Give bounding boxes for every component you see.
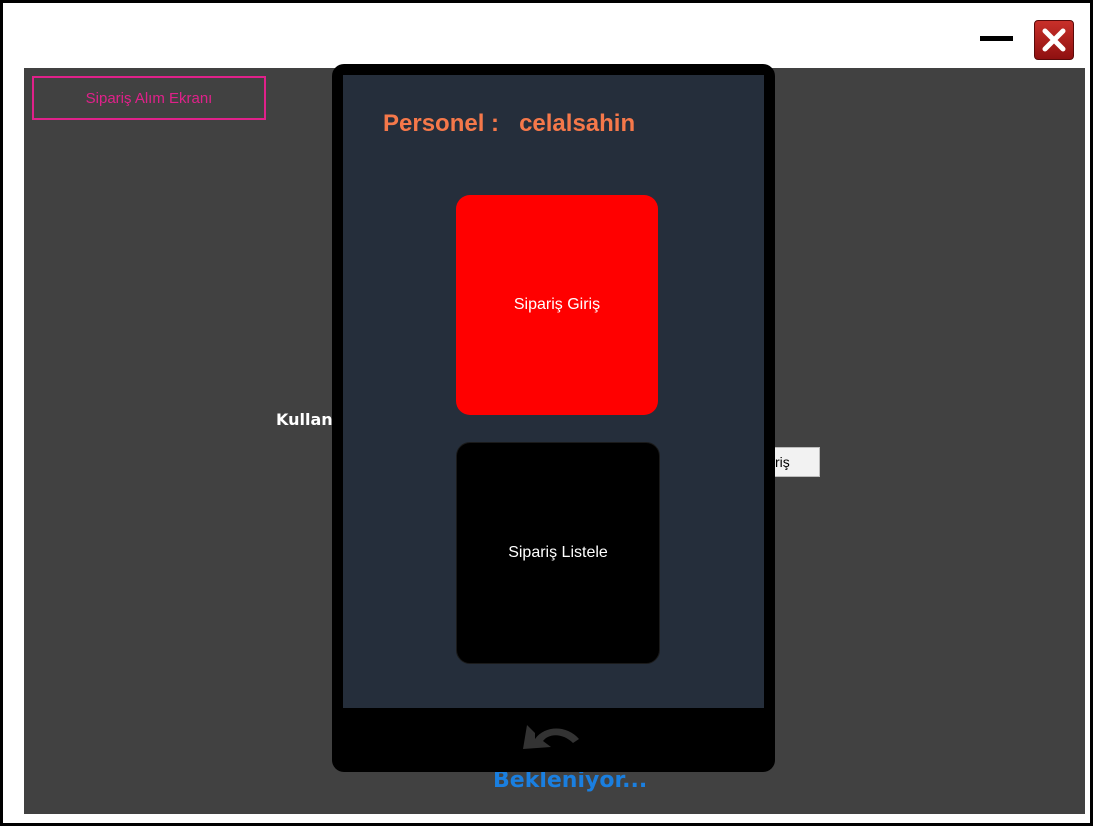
menu-panel-screen: Personel : celalsahin Sipariş Giriş Sipa… xyxy=(343,75,764,708)
back-button[interactable] xyxy=(517,719,587,759)
back-arrow-icon xyxy=(523,725,579,749)
close-icon xyxy=(1042,28,1066,52)
personel-heading: Personel : celalsahin xyxy=(383,110,635,138)
minimize-button[interactable] xyxy=(978,20,1018,60)
minimize-icon xyxy=(980,36,1013,41)
personel-label: Personel : xyxy=(383,110,500,137)
order-entry-label: Sipariş Giriş xyxy=(513,296,601,313)
order-list-label: Sipariş Listele xyxy=(508,544,608,561)
menu-panel: Personel : celalsahin Sipariş Giriş Sipa… xyxy=(332,64,775,772)
username-label: Kullan xyxy=(276,410,333,429)
order-list-button[interactable]: Sipariş Listele xyxy=(456,442,660,664)
order-entry-button[interactable]: Sipariş Giriş xyxy=(456,195,658,415)
personel-username: celalsahin xyxy=(519,110,636,137)
screen-title: Sipariş Alım Ekranı xyxy=(32,76,266,120)
close-button[interactable] xyxy=(1034,20,1074,60)
